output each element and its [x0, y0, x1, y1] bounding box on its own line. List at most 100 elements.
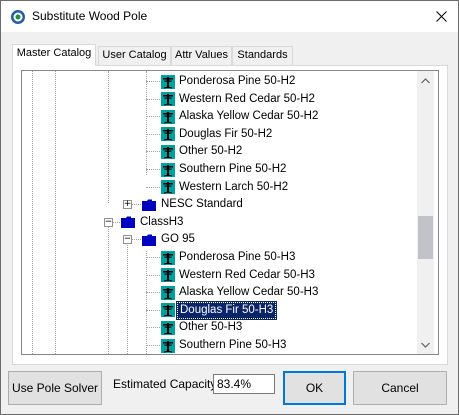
tree-item[interactable]: GO 95	[142, 231, 197, 248]
tree-guide-line	[146, 71, 147, 175]
tree-item-label: Douglas Fir 50-H3	[175, 300, 278, 320]
tree-guide-line	[32, 71, 33, 354]
tree-item-label: Other 50-H3	[179, 321, 243, 334]
tab-standards[interactable]: Standards	[232, 46, 293, 65]
tree-item[interactable]: Alaska Yellow Cedar 50-H2	[161, 108, 320, 125]
button-label: Use Pole Solver	[11, 381, 99, 395]
title-bar[interactable]: Substitute Wood Pole	[1, 1, 458, 32]
folder-icon	[142, 234, 156, 246]
tree-scrollbar[interactable]	[417, 71, 434, 354]
tree-connector	[146, 345, 160, 346]
tree-item[interactable]: Southern Pine 50-H3	[161, 337, 288, 354]
tree-item[interactable]: Other 50-H3	[161, 319, 244, 336]
tree-guide-line	[108, 71, 109, 203]
tree-item[interactable]: Douglas Fir 50-H3	[161, 300, 278, 320]
expand-icon[interactable]: +	[123, 199, 132, 210]
pole-icon	[161, 320, 175, 335]
tree-item-label: Western Red Cedar 50-H2	[179, 92, 315, 105]
tree-connector	[146, 116, 160, 118]
tree-connector	[146, 81, 160, 82]
tree-item-label: Southern Pine 50-H3	[179, 339, 287, 351]
window-title: Substitute Wood Pole	[32, 9, 148, 23]
tree-item-label: ClassH3	[140, 215, 184, 228]
tree-connector	[146, 151, 160, 153]
chevron-up-icon	[421, 77, 430, 83]
tree-item-label: Ponderosa Pine 50-H3	[179, 251, 296, 263]
tree-item[interactable]: Alaska Yellow Cedar 50-H3	[161, 284, 320, 301]
tree-item-label: Western Larch 50-H2	[179, 180, 289, 193]
catalog-tree[interactable]: Ponderosa Pine 50-H2 Western Red Cedar 50…	[21, 70, 439, 355]
tree-connector	[146, 186, 160, 188]
pole-icon	[161, 92, 175, 107]
tree-connector	[146, 274, 160, 276]
pole-icon	[161, 303, 175, 318]
ok-button[interactable]: OK	[283, 371, 346, 405]
tree-item[interactable]: Other 50-H2	[161, 143, 244, 160]
tree-connector	[146, 292, 160, 294]
button-label: Cancel	[381, 381, 419, 395]
tree-item-label: Other 50-H2	[179, 145, 243, 158]
chevron-down-icon	[421, 342, 430, 348]
expander-glyph: +	[123, 199, 132, 210]
folder-icon	[142, 199, 156, 211]
scroll-down-button[interactable]	[417, 336, 434, 353]
tree-item-label: Alaska Yellow Cedar 50-H2	[179, 110, 319, 123]
scroll-thumb[interactable]	[418, 216, 433, 259]
estimated-capacity-field[interactable]	[213, 374, 275, 394]
tree-guide-line	[108, 219, 109, 354]
tree-item-label: Ponderosa Pine 50-H2	[179, 75, 296, 87]
pole-icon	[161, 162, 175, 177]
pole-icon	[161, 285, 175, 300]
button-label: OK	[305, 381, 324, 395]
tab-label: Master Catalog	[16, 47, 92, 59]
tab-label: Attr Values	[175, 49, 228, 61]
tree-connector	[146, 257, 160, 258]
tab-user-catalog[interactable]: User Catalog	[98, 46, 171, 65]
tab-attr-values[interactable]: Attr Values	[171, 46, 232, 65]
tree-item[interactable]: Western Larch 50-H2	[161, 179, 290, 196]
tree-connector	[146, 133, 160, 135]
use-pole-solver-button[interactable]: Use Pole Solver	[8, 371, 102, 405]
pole-icon	[161, 144, 175, 159]
pole-icon	[161, 109, 175, 124]
tree-guide-line	[146, 251, 147, 354]
expander-glyph: −	[104, 216, 113, 227]
tree-connector	[146, 169, 160, 170]
pole-icon	[161, 268, 175, 283]
tree-item[interactable]: Ponderosa Pine 50-H3	[161, 249, 297, 266]
tree-item-label: Southern Pine 50-H2	[179, 163, 287, 175]
tab-master-catalog[interactable]: Master Catalog	[12, 44, 96, 66]
tree-item[interactable]: Western Red Cedar 50-H3	[161, 267, 317, 284]
estimated-capacity-label: Estimated Capacity:	[113, 377, 220, 391]
tree-item-label: Alaska Yellow Cedar 50-H3	[179, 286, 319, 299]
close-button[interactable]	[424, 1, 458, 32]
tree-connector	[146, 309, 160, 311]
tree-item-label: Western Red Cedar 50-H3	[179, 268, 315, 281]
tree-item[interactable]: NESC Standard	[142, 196, 245, 213]
pole-icon	[161, 127, 175, 142]
tree-item[interactable]: ClassH3	[121, 214, 185, 231]
scroll-up-button[interactable]	[417, 72, 434, 89]
expander-glyph: −	[123, 234, 132, 245]
tab-label: Standards	[237, 49, 288, 61]
tree-item-label: Douglas Fir 50-H2	[179, 127, 273, 140]
tree-item-label: NESC Standard	[161, 198, 243, 211]
tree-item[interactable]: Ponderosa Pine 50-H2	[161, 73, 297, 90]
collapse-icon[interactable]: −	[123, 234, 132, 245]
tree-item[interactable]: Western Red Cedar 50-H2	[161, 91, 317, 108]
pole-icon	[161, 338, 175, 353]
tree-item[interactable]: Southern Pine 50-H2	[161, 161, 288, 178]
tree-item[interactable]: Douglas Fir 50-H2	[161, 126, 274, 143]
pole-icon	[161, 250, 175, 265]
tab-label: User Catalog	[102, 49, 167, 61]
tree-guide-line	[127, 235, 128, 354]
folder-icon	[121, 216, 135, 229]
cancel-button[interactable]: Cancel	[353, 371, 447, 405]
pole-icon	[161, 74, 175, 89]
tree-connector	[146, 98, 160, 100]
dialog-window: Substitute Wood Pole Master Catalog User…	[0, 0, 459, 415]
close-icon	[435, 11, 447, 22]
collapse-icon[interactable]: −	[104, 216, 113, 227]
tree-item-label: GO 95	[161, 233, 195, 246]
tree-guide-line	[55, 71, 56, 354]
